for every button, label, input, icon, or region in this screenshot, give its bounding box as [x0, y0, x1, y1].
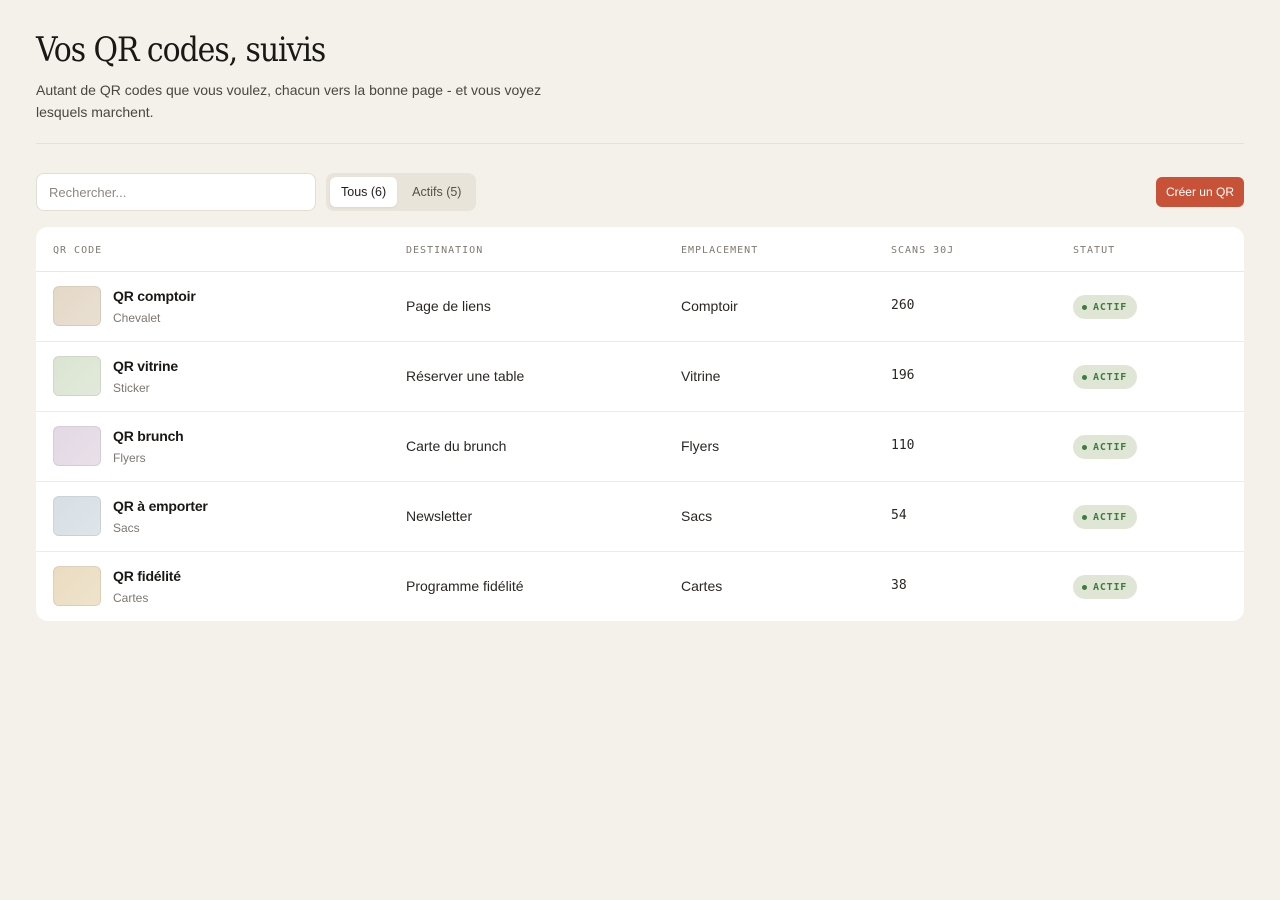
status-label: ACTIF: [1093, 581, 1128, 593]
qr-location: Vitrine: [681, 368, 721, 384]
qr-name[interactable]: QR vitrine: [113, 358, 178, 374]
status-label: ACTIF: [1093, 301, 1128, 313]
table-body: QR comptoir Chevalet Page de liens Compt…: [36, 272, 1244, 621]
status-badge: ACTIF: [1073, 295, 1138, 319]
qr-destination: Newsletter: [406, 508, 473, 524]
toolbar: Tous (6) Actifs (5) Créer un QR: [36, 173, 1244, 211]
qr-thumbnail[interactable]: [53, 356, 101, 396]
column-header-location[interactable]: EMPLACEMENT: [681, 245, 758, 256]
qr-thumbnail[interactable]: [53, 286, 101, 326]
status-badge: ACTIF: [1073, 505, 1138, 529]
qr-scans: 110: [891, 438, 915, 453]
qr-thumbnail[interactable]: [53, 496, 101, 536]
status-badge: ACTIF: [1073, 575, 1138, 599]
qr-name[interactable]: QR fidélité: [113, 568, 181, 584]
page-title: Vos QR codes, suivis: [36, 30, 326, 70]
tab-all[interactable]: Tous (6): [330, 177, 398, 207]
status-label: ACTIF: [1093, 441, 1128, 453]
status-dot-icon: [1082, 304, 1087, 310]
table-row[interactable]: QR fidélité Cartes Programme fidélité Ca…: [36, 552, 1244, 621]
qr-name[interactable]: QR à emporter: [113, 498, 208, 514]
header-divider: [36, 143, 1244, 144]
status-dot-icon: [1082, 374, 1087, 380]
qr-scans: 196: [891, 368, 915, 383]
qr-support: Chevalet: [113, 311, 161, 325]
qr-name[interactable]: QR brunch: [113, 428, 184, 444]
status-badge: ACTIF: [1073, 365, 1138, 389]
qr-thumbnail[interactable]: [53, 426, 101, 466]
status-dot-icon: [1082, 444, 1087, 450]
qr-location: Cartes: [681, 578, 723, 594]
qr-location: Flyers: [681, 438, 720, 454]
qr-table: QR CODE DESTINATION EMPLACEMENT SCANS 30…: [36, 227, 1244, 621]
qr-name[interactable]: QR comptoir: [113, 288, 196, 304]
qr-scans: 54: [891, 508, 907, 523]
status-dot-icon: [1082, 584, 1087, 590]
qr-thumbnail[interactable]: [53, 566, 101, 606]
qr-location: Comptoir: [681, 298, 738, 314]
qr-destination: Réserver une table: [406, 368, 525, 384]
search-box: [36, 173, 316, 211]
qr-scans: 260: [891, 298, 915, 313]
qr-location: Sacs: [681, 508, 713, 524]
table-row[interactable]: QR vitrine Sticker Réserver une table Vi…: [36, 342, 1244, 412]
qr-support: Flyers: [113, 451, 146, 465]
page-subtitle: Autant de QR codes que vous voulez, chac…: [36, 82, 542, 120]
column-header-scans[interactable]: SCANS 30J: [891, 245, 954, 256]
column-header-status[interactable]: STATUT: [1073, 245, 1115, 256]
create-qr-button[interactable]: Créer un QR: [1155, 177, 1244, 207]
qr-scans: 38: [891, 578, 907, 593]
table-row[interactable]: QR à emporter Sacs Newsletter Sacs 54 AC…: [36, 482, 1244, 552]
column-header-destination[interactable]: DESTINATION: [406, 245, 483, 256]
tab-active[interactable]: Actifs (5): [401, 177, 472, 207]
qr-destination: Page de liens: [406, 298, 491, 314]
column-header-qr-code[interactable]: QR CODE: [53, 245, 102, 256]
qr-support: Sacs: [113, 521, 140, 535]
table-row[interactable]: QR brunch Flyers Carte du brunch Flyers …: [36, 412, 1244, 482]
qr-destination: Programme fidélité: [406, 578, 524, 594]
status-label: ACTIF: [1093, 371, 1128, 383]
filter-tabs: Tous (6) Actifs (5): [326, 173, 477, 211]
qr-destination: Carte du brunch: [406, 438, 507, 454]
status-label: ACTIF: [1093, 511, 1128, 523]
qr-support: Cartes: [113, 591, 149, 605]
page: Vos QR codes, suivis Autant de QR codes …: [0, 0, 1280, 900]
table-header: QR CODE DESTINATION EMPLACEMENT SCANS 30…: [36, 227, 1244, 272]
status-badge: ACTIF: [1073, 435, 1138, 459]
status-dot-icon: [1082, 514, 1087, 520]
qr-support: Sticker: [113, 381, 150, 395]
search-input[interactable]: [37, 174, 315, 210]
table-row[interactable]: QR comptoir Chevalet Page de liens Compt…: [36, 272, 1244, 342]
